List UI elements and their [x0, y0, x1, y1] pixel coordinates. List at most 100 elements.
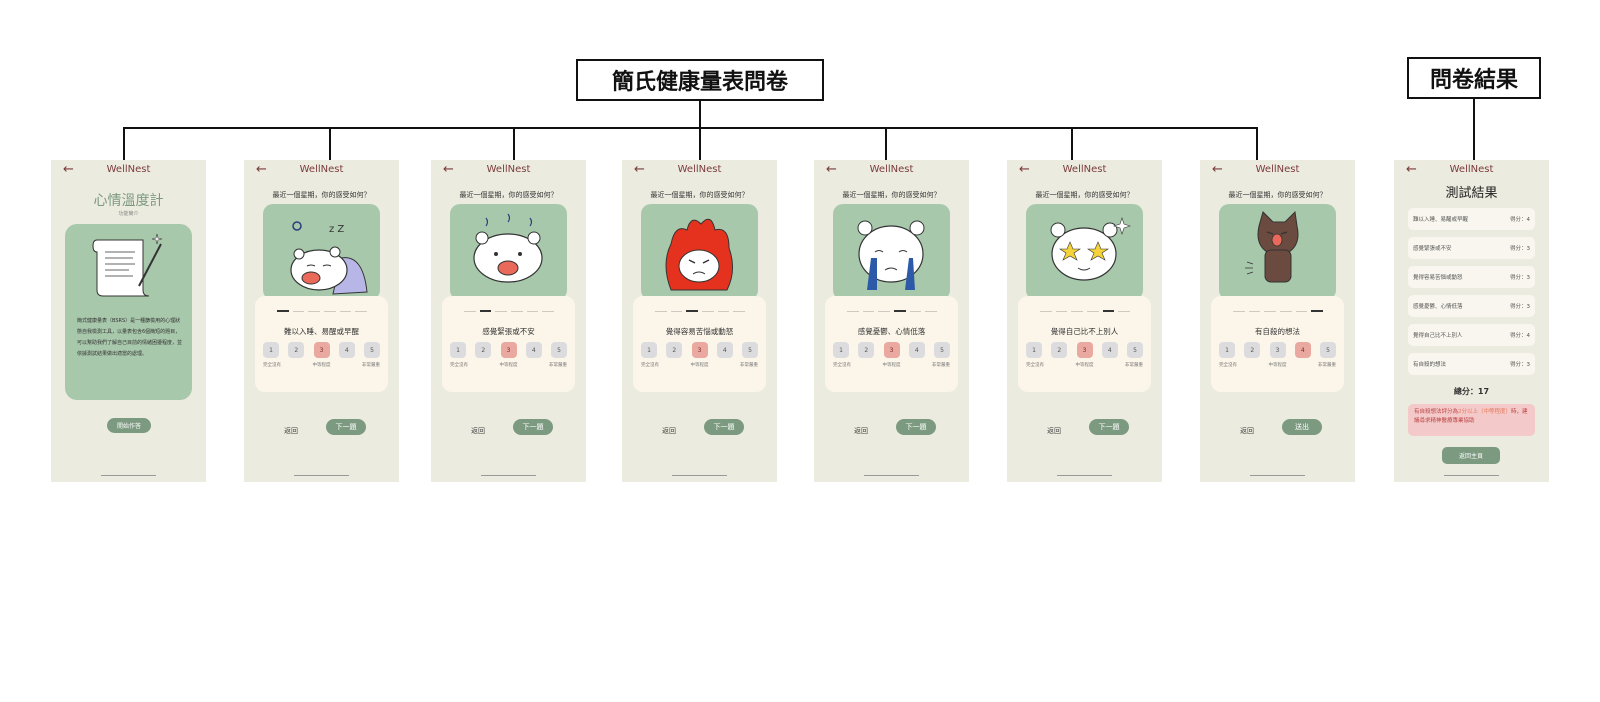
back-button[interactable]: 返回 [854, 426, 868, 436]
rating-option-4[interactable]: 4 [1101, 342, 1118, 358]
rating-scale: 1 2 3 4 5 [1219, 342, 1336, 358]
question-prompt: 最近一個星期，你的感受如何？ [1035, 191, 1134, 199]
next-button[interactable]: 下一題 [1089, 419, 1129, 435]
rating-option-3[interactable]: 3 [500, 342, 517, 358]
result-item: 有自殺的想法 得分：3 [1408, 353, 1535, 375]
connector [1256, 127, 1258, 160]
question-card: 有自殺的想法 1 2 3 4 5 完全沒有 中等程度 非常嚴重 [1211, 296, 1344, 392]
next-button[interactable]: 下一題 [326, 419, 366, 435]
rating-option-2[interactable]: 2 [1051, 342, 1068, 358]
scale-label-low: 完全沒有 [833, 363, 851, 368]
scale-labels: 完全沒有 中等程度 非常嚴重 [1219, 362, 1336, 368]
back-button[interactable]: 返回 [662, 426, 676, 436]
question-screen-3: ← WellNest 最近一個星期，你的感受如何？ 覺得容易苦惱或動怒 1 2 … [622, 160, 777, 482]
rating-scale: 1 2 3 4 5 [450, 342, 567, 358]
back-button[interactable]: 返回 [1240, 426, 1254, 436]
scale-label-high: 非常嚴重 [1318, 363, 1336, 368]
app-name: WellNest [677, 164, 722, 175]
rating-option-5[interactable]: 5 [1127, 342, 1143, 358]
scale-label-mid: 中等程度 [499, 363, 518, 368]
rating-option-1[interactable]: 1 [1219, 342, 1235, 358]
app-header: ← WellNest [1007, 160, 1162, 182]
question-prompt: 最近一個星期，你的感受如何？ [459, 191, 558, 199]
rating-option-3[interactable]: 3 [1076, 342, 1093, 358]
next-button[interactable]: 下一題 [704, 419, 744, 435]
question-screen-2: ← WellNest 最近一個星期，你的感受如何？ 感覺緊張或不安 1 2 3 … [431, 160, 586, 482]
rating-option-2[interactable]: 2 [858, 342, 875, 358]
cat-icon [1219, 204, 1336, 300]
rating-option-5[interactable]: 5 [934, 342, 950, 358]
home-indicator [294, 475, 349, 476]
scale-label-low: 完全沒有 [263, 363, 281, 368]
rating-option-1[interactable]: 1 [1026, 342, 1042, 358]
scale-label-mid: 中等程度 [312, 363, 331, 368]
rating-option-5[interactable]: 5 [364, 342, 380, 358]
intro-description: 簡式健康量表（BSRS）是一種篩檢用的心理狀態自我檢測工具，以量表包含6個簡短的… [77, 318, 183, 357]
scale-label-mid: 中等程度 [1075, 363, 1094, 368]
question-screen-4: ← WellNest 最近一個星期，你的感受如何？ 感覺憂鬱、心情低落 1 2 … [814, 160, 969, 482]
scale-label-low: 完全沒有 [450, 363, 468, 368]
app-name: WellNest [106, 164, 151, 175]
app-name: WellNest [869, 164, 914, 175]
rating-option-1[interactable]: 1 [641, 342, 657, 358]
rating-option-2[interactable]: 2 [288, 342, 305, 358]
back-button[interactable]: 返回 [284, 426, 298, 436]
next-button[interactable]: 下一題 [513, 419, 553, 435]
rating-option-5[interactable]: 5 [1320, 342, 1336, 358]
rating-option-5[interactable]: 5 [551, 342, 567, 358]
question-prompt: 最近一個星期，你的感受如何？ [272, 191, 371, 199]
rating-option-3[interactable]: 3 [1269, 342, 1286, 358]
rating-option-3[interactable]: 3 [691, 342, 708, 358]
home-indicator [1250, 475, 1305, 476]
start-button[interactable]: 開始作答 [107, 418, 151, 433]
star-eyes-bear-icon [1026, 204, 1143, 300]
rating-option-4[interactable]: 4 [338, 342, 355, 358]
home-indicator [1444, 475, 1499, 476]
crying-bear-icon [833, 204, 950, 300]
result-title: 測試結果 [1445, 186, 1498, 201]
submit-button[interactable]: 送出 [1282, 419, 1322, 435]
rating-option-4[interactable]: 4 [1294, 342, 1311, 358]
question-text: 難以入睡、易醒或早醒 [284, 327, 359, 336]
rating-option-4[interactable]: 4 [525, 342, 542, 358]
back-button[interactable]: 返回 [1047, 426, 1061, 436]
app-name: WellNest [1062, 164, 1107, 175]
rating-option-2[interactable]: 2 [1244, 342, 1261, 358]
back-button[interactable]: 返回 [471, 426, 485, 436]
rating-option-1[interactable]: 1 [263, 342, 279, 358]
rating-option-3[interactable]: 3 [883, 342, 900, 358]
rating-option-1[interactable]: 1 [450, 342, 466, 358]
app-name: WellNest [1449, 164, 1494, 175]
result-item: 感覺憂鬱、心情低落 得分：3 [1408, 295, 1535, 317]
rating-option-2[interactable]: 2 [475, 342, 492, 358]
return-home-button[interactable]: 返回主頁 [1442, 447, 1500, 464]
connector [885, 127, 887, 160]
rating-option-3[interactable]: 3 [313, 342, 330, 358]
question-prompt: 最近一個星期，你的感受如何？ [842, 191, 941, 199]
rating-option-4[interactable]: 4 [716, 342, 733, 358]
connector [513, 127, 515, 160]
total-score: 總分：17 [1453, 387, 1490, 396]
intro-screen: ← WellNest 心情溫度計 功能簡介 簡式健康量表（BSRS）是一種篩檢用… [51, 160, 206, 482]
next-button[interactable]: 下一題 [896, 419, 936, 435]
scale-label-mid: 中等程度 [690, 363, 709, 368]
question-screen-5: ← WellNest 最近一個星期，你的感受如何？ 覺得自己比不上別人 1 2 … [1007, 160, 1162, 482]
app-header: ← WellNest [622, 160, 777, 182]
scale-labels: 完全沒有 中等程度 非常嚴重 [641, 362, 758, 368]
result-item-score: 得分：4 [1510, 217, 1530, 223]
rating-option-4[interactable]: 4 [908, 342, 925, 358]
connector [699, 101, 701, 128]
rating-option-2[interactable]: 2 [666, 342, 683, 358]
question-text: 感覺憂鬱、心情低落 [857, 327, 926, 336]
question-text: 感覺緊張或不安 [482, 327, 535, 336]
result-item-label: 覺得自己比不上別人 [1413, 333, 1463, 339]
result-item-score: 得分：3 [1510, 246, 1530, 252]
scroll-illustration-icon [92, 233, 163, 297]
warning-prefix: 有自殺想法評分為 [1414, 409, 1459, 415]
rating-option-5[interactable]: 5 [742, 342, 758, 358]
home-indicator [481, 475, 536, 476]
result-item: 覺得自己比不上別人 得分：4 [1408, 324, 1535, 346]
result-screen: ← WellNest 測試結果 難以入睡、易醒或早醒 得分：4 感覺緊張或不安 得分… [1394, 160, 1549, 482]
question-card: 難以入睡、易醒或早醒 1 2 3 4 5 完全沒有 中等程度 非常嚴重 [255, 296, 388, 392]
rating-option-1[interactable]: 1 [833, 342, 849, 358]
